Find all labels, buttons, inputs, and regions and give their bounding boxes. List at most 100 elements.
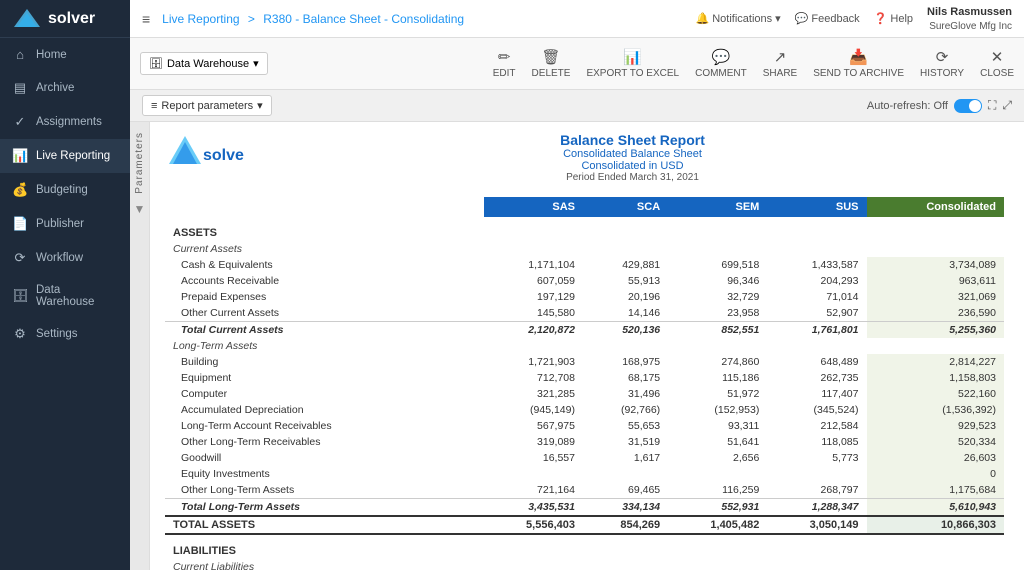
report-area[interactable]: solver Balance Sheet Report Consolidated… [150,122,1024,570]
cell-value: 567,975 [484,418,583,434]
export-excel-btn[interactable]: 📊 EXPORT TO EXCEL [586,48,679,79]
sidebar-item-publisher[interactable]: 📄Publisher [0,207,130,241]
row-label: Building [165,354,484,370]
section-header: ASSETS [165,217,1004,241]
auto-refresh-toggle[interactable] [954,99,982,113]
solver-logo-icon [12,7,42,31]
cell-value: 55,653 [583,418,668,434]
sidebar-item-home[interactable]: ⌂Home [0,38,130,71]
cell-value: 145,580 [484,305,583,322]
sidebar-item-workflow[interactable]: ⟳Workflow [0,241,130,275]
help-label: Help [890,13,913,25]
total-label: Total Long-Term Assets [165,499,484,517]
cell-value: 23,958 [668,305,767,322]
nav-menu: ⌂Home▤Archive✓Assignments📊Live Reporting… [0,38,130,570]
row-label: Other Current Assets [165,305,484,322]
help-icon: ❓ [874,12,888,25]
cell-value: (345,524) [767,402,866,418]
dw-chevron-icon: ▾ [253,57,259,70]
toolbar: 🗄 Data Warehouse ▾ ✏ EDIT 🗑 DELETE 📊 EXP… [130,38,1024,90]
row-label: Accumulated Depreciation [165,402,484,418]
col-header-label [165,197,484,217]
comment-icon: 💬 [712,48,731,66]
table-row: Other Current Assets145,58014,14623,9585… [165,305,1004,322]
cell-value: 118,085 [767,434,866,450]
edit-label: EDIT [493,68,516,79]
cell-value: 712,708 [484,370,583,386]
sidebar-item-settings[interactable]: ⚙Settings [0,317,130,351]
feedback-label: Feedback [811,13,859,25]
sidebar-item-live-reporting[interactable]: 📊Live Reporting [0,139,130,173]
cell-value: 699,518 [668,257,767,273]
cell-value: 1,721,903 [484,354,583,370]
report-params-btn[interactable]: ≡ Report parameters ▾ [142,95,272,116]
filter-icon[interactable]: ▼ [134,202,146,216]
sub-toolbar: ≡ Report parameters ▾ Auto-refresh: Off … [130,90,1024,122]
cell-value: 71,014 [767,289,866,305]
total-label: Total Current Assets [165,322,484,339]
cell-value [668,466,767,482]
collapse-icon[interactable]: ⤢ [1002,98,1012,113]
send-to-archive-btn[interactable]: 📥 SEND TO ARCHIVE [813,48,904,79]
close-btn[interactable]: ✕ CLOSE [980,48,1014,79]
cell-value: 721,164 [484,482,583,499]
table-row: Equipment712,70868,175115,186262,7351,15… [165,370,1004,386]
row-label: Accounts Receivable [165,273,484,289]
row-label: Prepaid Expenses [165,289,484,305]
table-row: Computer321,28531,49651,972117,407522,16… [165,386,1004,402]
subsection-header: Current Assets [165,241,1004,257]
expand-icon[interactable]: ⛶ [988,98,996,113]
row-label: Equipment [165,370,484,386]
sidebar-item-budgeting[interactable]: 💰Budgeting [0,173,130,207]
nav-label-assignments: Assignments [36,116,102,128]
total-value: 2,120,872 [484,322,583,339]
table-row: Prepaid Expenses197,12920,19632,72971,01… [165,289,1004,305]
cell-value: 204,293 [767,273,866,289]
breadcrumb-part1[interactable]: Live Reporting [162,12,239,26]
cell-value: 117,407 [767,386,866,402]
cell-value: 212,584 [767,418,866,434]
delete-btn[interactable]: 🗑 DELETE [532,48,571,79]
help-btn[interactable]: ❓ Help [874,12,913,25]
comment-btn[interactable]: 💬 COMMENT [695,48,747,79]
excel-icon: 📊 [623,48,642,66]
table-row: Accounts Receivable607,05955,91396,34620… [165,273,1004,289]
col-header-sas: SAS [484,197,583,217]
sidebar-item-data-warehouse[interactable]: 🗄Data Warehouse [0,275,130,317]
user-menu[interactable]: Nils Rasmussen SureGlove Mfg Inc [927,6,1012,32]
table-row: Goodwill16,5571,6172,6565,77326,603 [165,450,1004,466]
history-label: HISTORY [920,68,964,79]
cell-value: 522,160 [867,386,1005,402]
notifications-btn[interactable]: 🔔 Notifications ▾ [696,12,781,25]
cell-value: 31,519 [583,434,668,450]
history-icon: ⟳ [936,48,949,66]
sidebar-item-assignments[interactable]: ✓Assignments [0,105,130,139]
row-label: Other Long-Term Assets [165,482,484,499]
table-row: Other Long-Term Receivables319,08931,519… [165,434,1004,450]
table-row: Total Current Assets2,120,872520,136852,… [165,322,1004,339]
cell-value: 32,729 [668,289,767,305]
delete-icon: 🗑 [541,48,560,66]
total-value: 5,610,943 [867,499,1005,517]
edit-btn[interactable]: ✏ EDIT [493,48,516,79]
history-btn[interactable]: ⟳ HISTORY [920,48,964,79]
params-icon: ≡ [151,100,157,112]
row-label: Equity Investments [165,466,484,482]
total-value: 1,761,801 [767,322,866,339]
topbar-actions: 🔔 Notifications ▾ 💬 Feedback ❓ Help Nils… [696,6,1012,32]
total-value: 3,435,531 [484,499,583,517]
total-value: 552,931 [668,499,767,517]
cell-value: 319,089 [484,434,583,450]
sidebar-item-archive[interactable]: ▤Archive [0,71,130,105]
total-value: 5,255,360 [867,322,1005,339]
data-warehouse-btn[interactable]: 🗄 Data Warehouse ▾ [140,52,268,75]
menu-icon[interactable]: ≡ [142,11,150,27]
solver-report-logo: solver [165,132,245,172]
report-period: Period Ended March 31, 2021 [261,172,1004,183]
grand-total-value: 1,405,482 [668,516,767,534]
feedback-btn[interactable]: 💬 Feedback [795,12,860,25]
close-icon: ✕ [991,48,1004,66]
table-row: Cash & Equivalents1,171,104429,881699,51… [165,257,1004,273]
share-btn[interactable]: ↗ SHARE [763,48,797,79]
cell-value: 1,171,104 [484,257,583,273]
